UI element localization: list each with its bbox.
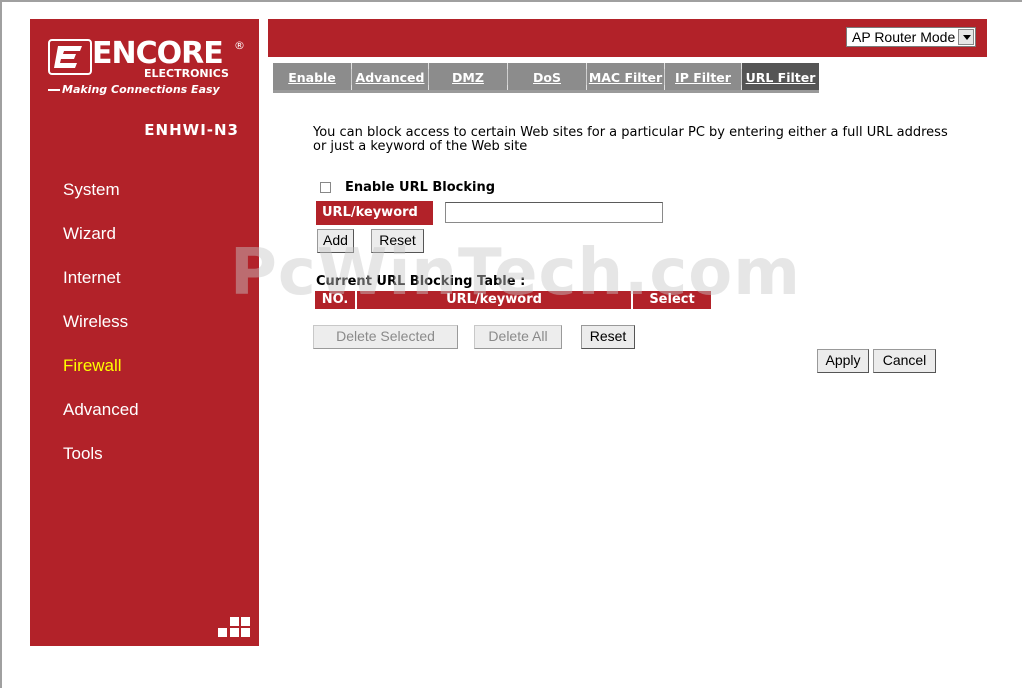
sidebar-item-advanced[interactable]: Advanced [30, 397, 259, 441]
sidebar-item-wizard[interactable]: Wizard [30, 221, 259, 265]
top-bar: AP Router Mode [268, 19, 987, 57]
mode-select-value: AP Router Mode [852, 29, 956, 45]
reset-table-button[interactable]: Reset [581, 325, 635, 349]
chevron-down-icon[interactable] [958, 29, 974, 45]
enable-url-blocking-checkbox[interactable] [320, 182, 331, 193]
delete-all-button[interactable]: Delete All [474, 325, 562, 349]
enable-url-blocking-label: Enable URL Blocking [345, 180, 496, 195]
tab-dos[interactable]: DoS [508, 63, 586, 90]
url-keyword-input[interactable] [445, 202, 663, 223]
window-frame-top [0, 0, 1022, 2]
tab-url-filter[interactable]: URL Filter [742, 63, 819, 90]
delete-selected-button[interactable]: Delete Selected [313, 325, 458, 349]
tab-bar: Enable Advanced DMZ DoS MAC Filter IP Fi… [273, 63, 819, 93]
tab-enable[interactable]: Enable [273, 63, 351, 90]
window-frame-left [0, 0, 2, 688]
tab-mac-filter[interactable]: MAC Filter [587, 63, 664, 90]
apply-button[interactable]: Apply [817, 349, 869, 373]
encore-e-logo-icon [48, 39, 92, 75]
column-header-url-keyword: URL/keyword [357, 291, 631, 309]
logo-wordmark: ENCORE [92, 36, 224, 71]
page-description: You can block access to certain Web site… [313, 125, 948, 154]
logo-subtitle: ELECTRONICS [144, 67, 229, 80]
tagline-text: Making Connections Easy [62, 83, 220, 96]
tab-ip-filter[interactable]: IP Filter [665, 63, 741, 90]
sidebar-item-wireless[interactable]: Wireless [30, 309, 259, 353]
sidebar: ENCORE ® ELECTRONICS Making Connections … [30, 19, 259, 646]
add-button[interactable]: Add [317, 229, 354, 253]
url-keyword-label: URL/keyword [316, 201, 433, 225]
tab-bar-underline [273, 90, 819, 93]
sidebar-item-system[interactable]: System [30, 177, 259, 221]
encore-logo: ENCORE ® ELECTRONICS Making Connections … [48, 36, 248, 99]
sidebar-item-tools[interactable]: Tools [30, 441, 259, 485]
registered-mark: ® [234, 39, 245, 52]
sidebar-item-internet[interactable]: Internet [30, 265, 259, 309]
model-name: ENHWI-N3 [144, 121, 239, 139]
table-title: Current URL Blocking Table : [316, 274, 526, 289]
tagline-dash [48, 89, 60, 91]
column-header-select: Select [633, 291, 711, 309]
grid-icon [218, 617, 250, 637]
column-header-no: NO. [315, 291, 355, 309]
cancel-button[interactable]: Cancel [873, 349, 936, 373]
logo-tagline: Making Connections Easy [48, 83, 220, 96]
sidebar-item-firewall[interactable]: Firewall [30, 353, 259, 397]
mode-select[interactable]: AP Router Mode [846, 27, 976, 47]
sidebar-nav: System Wizard Internet Wireless Firewall… [30, 177, 259, 485]
reset-button[interactable]: Reset [371, 229, 424, 253]
tab-dmz[interactable]: DMZ [429, 63, 507, 90]
tab-advanced[interactable]: Advanced [352, 63, 428, 90]
